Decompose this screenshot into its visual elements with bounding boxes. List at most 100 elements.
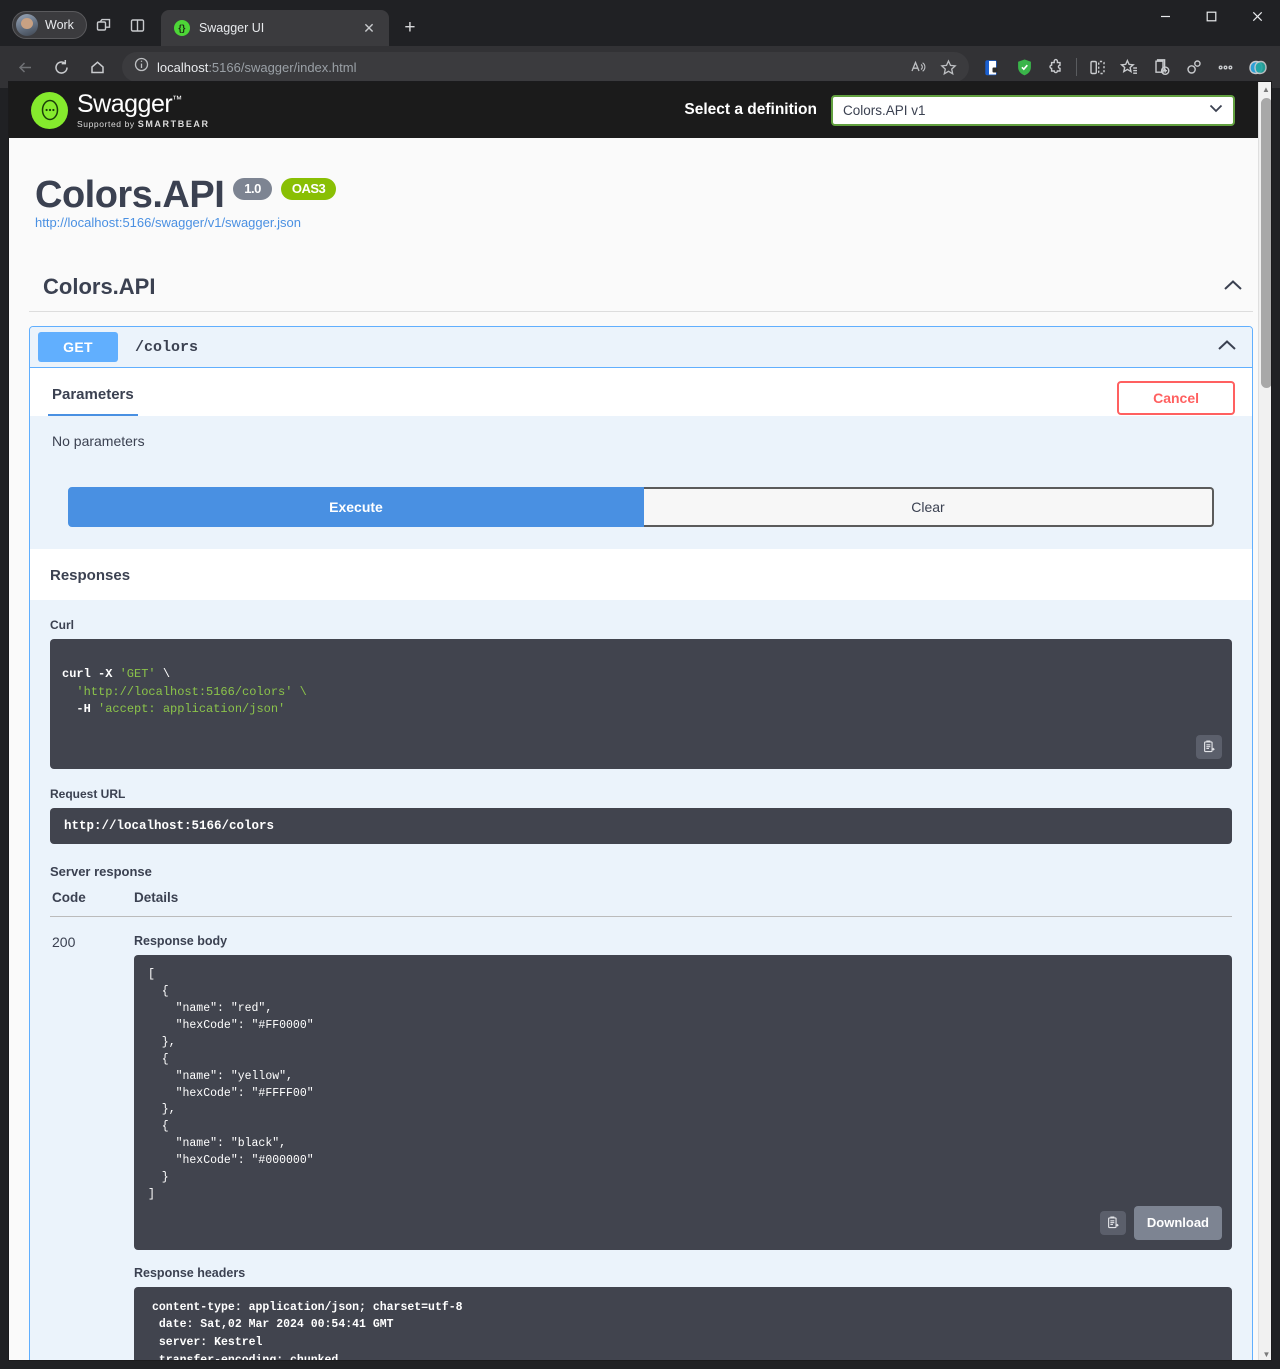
http-method-badge: GET — [38, 332, 118, 362]
smartbear-brand: SMARTBEAR — [137, 118, 210, 129]
more-options-icon[interactable] — [1210, 52, 1240, 82]
scroll-down-arrow-icon[interactable]: ▼ — [1259, 1347, 1271, 1360]
tab-title: Swagger UI — [198, 21, 265, 35]
col-code: Code — [50, 890, 132, 918]
split-screen-icon[interactable] — [1082, 52, 1112, 82]
swagger-ui: Colors.API 1.0 OAS3 http://localhost:516… — [9, 138, 1271, 1360]
responses-heading: Responses — [50, 567, 131, 584]
star-icon[interactable] — [935, 54, 961, 80]
swagger-logo[interactable]: Swagger™ Supported by SMARTBEAR — [31, 89, 210, 129]
profile-button[interactable]: Work — [12, 11, 87, 39]
status-code-cell: 200 — [52, 934, 76, 951]
tag-section: Colors.API GET /colors Parameters Cancel… — [29, 274, 1253, 1360]
parameters-area: No parameters Execute Clear — [30, 416, 1252, 549]
close-icon[interactable]: ✕ — [359, 21, 379, 35]
definition-select[interactable]: Colors.API v1 — [831, 94, 1235, 126]
url-host: localhost — [157, 59, 209, 75]
api-info: Colors.API 1.0 OAS3 http://localhost:516… — [9, 138, 1271, 232]
download-button[interactable]: Download — [1133, 1206, 1222, 1240]
oas-badge: OAS3 — [280, 178, 337, 200]
wallet-icon[interactable] — [977, 52, 1007, 82]
definition-selector-group: Select a definition Colors.API v1 — [684, 94, 1251, 126]
response-body-block: [ { "name": "red", "hexCode": "#FF0000" … — [134, 955, 1232, 1250]
operation-chevron-up-icon[interactable] — [1217, 338, 1241, 356]
server-response-tbody: 200 Response body [ { "name": "red", "he… — [50, 917, 1232, 1360]
split-pane-icon[interactable] — [121, 10, 155, 40]
scrollbar-thumb[interactable] — [1261, 98, 1271, 388]
copy-response-icon[interactable] — [1099, 1211, 1126, 1236]
window-controls — [1142, 0, 1280, 32]
swagger-favicon: {} — [173, 20, 190, 36]
workspaces-icon[interactable] — [87, 10, 121, 40]
response-body-json: [ { "name": "red", "hexCode": "#FF0000" … — [148, 968, 314, 1201]
home-icon[interactable] — [80, 52, 114, 82]
server-response-thead: Code Details — [50, 890, 1232, 918]
responses-heading-row: Responses — [30, 549, 1252, 600]
maximize-icon[interactable] — [1188, 0, 1234, 32]
server-response-label: Server response — [50, 864, 152, 880]
execute-button[interactable]: Execute — [68, 487, 644, 527]
url-path: :5166/swagger/index.html — [208, 59, 357, 75]
curl-line-3: -H 'accept: application/json' — [62, 702, 286, 717]
live-response-section: Curl curl -X 'GET' \ 'http://localhost:5… — [30, 600, 1252, 1360]
address-bar[interactable]: localhost:5166/swagger/index.html — [122, 52, 969, 82]
swagger-supported-by: Supported by SMARTBEAR — [77, 118, 210, 129]
operation-body: Parameters Cancel No parameters Execute … — [30, 368, 1252, 1360]
select-definition-label: Select a definition — [684, 101, 817, 118]
collections-add-icon[interactable] — [1146, 52, 1176, 82]
scroll-up-arrow-icon[interactable]: ▲ — [1259, 82, 1271, 97]
version-badge: 1.0 — [233, 178, 272, 200]
curl-line-2: 'http://localhost:5166/colors' \ — [62, 684, 307, 699]
col-details: Details — [132, 890, 1232, 918]
operation-summary[interactable]: GET /colors — [30, 327, 1252, 368]
shield-icon[interactable] — [1009, 52, 1039, 82]
trademark-mark: ™ — [172, 94, 182, 106]
no-parameters-text: No parameters — [52, 433, 145, 449]
operation-path: /colors — [135, 338, 199, 356]
copilot-icon[interactable] — [1242, 52, 1272, 82]
browser-titlebar: Work {} Swagger UI ✕ + — [0, 0, 1280, 46]
minimize-icon[interactable] — [1142, 0, 1188, 32]
close-window-icon[interactable] — [1234, 0, 1280, 32]
reload-icon[interactable] — [44, 52, 78, 82]
spec-url-link[interactable]: http://localhost:5166/swagger/v1/swagger… — [35, 215, 301, 230]
chevron-down-icon — [1209, 104, 1223, 116]
toolbar-divider — [1076, 58, 1077, 76]
page-content: Swagger™ Supported by SMARTBEAR Select a… — [9, 82, 1271, 1360]
page-scrollbar[interactable]: ▲ ▼ — [1258, 82, 1271, 1360]
browser-tab[interactable]: {} Swagger UI ✕ — [160, 10, 389, 46]
execute-clear-row: Execute Clear — [68, 487, 1214, 527]
favorites-star-list-icon[interactable] — [1114, 52, 1144, 82]
swagger-wordmark: Swagger™ Supported by SMARTBEAR — [77, 89, 210, 129]
details-cell: Response body [ { "name": "red", "hexCod… — [132, 917, 1232, 1360]
swagger-topbar: Swagger™ Supported by SMARTBEAR Select a… — [9, 82, 1271, 138]
tab-parameters[interactable]: Parameters — [48, 380, 138, 416]
swagger-logo-text: Swagger™ — [77, 89, 182, 118]
url-text: localhost:5166/swagger/index.html — [157, 60, 897, 75]
address-bar-actions — [905, 54, 961, 80]
copy-curl-icon[interactable] — [1196, 735, 1222, 760]
chevron-up-icon[interactable] — [1223, 278, 1243, 296]
table-header-row: Code Details — [50, 890, 1232, 918]
definition-select-value: Colors.API v1 — [843, 102, 926, 118]
tag-header[interactable]: Colors.API — [29, 274, 1253, 312]
cancel-button[interactable]: Cancel — [1117, 381, 1235, 415]
request-url-block: http://localhost:5166/colors — [50, 808, 1232, 845]
curl-label: Curl — [50, 618, 74, 632]
curl-line-1: curl -X 'GET' \ — [62, 667, 171, 682]
parameters-tabs-row: Parameters Cancel — [30, 368, 1252, 416]
api-title-text: Colors.API — [35, 174, 225, 216]
read-aloud-icon[interactable] — [905, 54, 931, 80]
profile-name: Work — [45, 18, 74, 32]
browser-window: Work {} Swagger UI ✕ + localhost:5166/sw… — [0, 0, 1280, 1369]
back-arrow-icon[interactable] — [8, 52, 42, 82]
avatar — [16, 14, 38, 36]
browser-essentials-icon[interactable] — [1178, 52, 1208, 82]
operation-block-get-colors: GET /colors Parameters Cancel No paramet… — [29, 326, 1253, 1360]
clear-button[interactable]: Clear — [644, 487, 1214, 527]
new-tab-button[interactable]: + — [395, 12, 425, 42]
extensions-puzzle-icon[interactable] — [1041, 52, 1071, 82]
info-icon[interactable] — [134, 57, 149, 77]
response-body-actions: Download — [1099, 1206, 1222, 1240]
response-headers-block: content-type: application/json; charset=… — [134, 1286, 1232, 1360]
